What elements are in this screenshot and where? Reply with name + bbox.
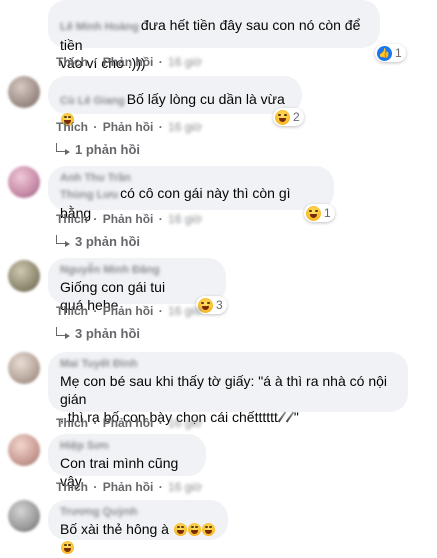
comment-author[interactable]: Nguyễn Minh Đăng	[60, 264, 214, 276]
separator: ·	[158, 480, 163, 494]
separator: ·	[158, 212, 163, 226]
comment-actions: Thích · Phản hồi · 16 giờ	[56, 120, 202, 134]
comment-author-secondary[interactable]: Thùng Lưu	[60, 189, 118, 201]
avatar[interactable]	[8, 166, 40, 198]
haha-reaction-icon	[306, 205, 321, 221]
separator: ·	[93, 480, 98, 494]
comment-author[interactable]: Anh Thu Trần	[60, 172, 322, 184]
separator: ·	[158, 416, 163, 430]
reply-button[interactable]: Phản hồi	[103, 304, 154, 318]
comment-time[interactable]: 16 giờ	[168, 304, 202, 318]
separator: ·	[93, 304, 98, 318]
comment-bubble: Lê Minh Hoàng đưa hết tiền đây sau con nó…	[48, 0, 380, 71]
separator: ·	[93, 120, 98, 134]
laughing-emoji-icon	[61, 540, 74, 554]
comment-bubble: Hiệp Sơn Con trai mình cũng vậy	[48, 434, 206, 489]
comment-text-line1: Mẹ con bé sau khi thấy tờ giấy: "á à thì…	[60, 373, 388, 407]
view-replies-link[interactable]: 1 phản hồi	[56, 142, 140, 157]
comment-actions: Thích · Phản hồi · 16 giờ	[56, 416, 202, 430]
reply-arrow-icon	[56, 235, 70, 247]
syringe-emoji-icon	[285, 411, 295, 423]
comment-time[interactable]: 16 giờ	[168, 55, 202, 69]
laughing-emoji-icon	[201, 522, 215, 536]
reaction-count: 1	[324, 206, 331, 220]
comment-actions: Thích · Phản hồi · 16 giờ	[56, 480, 202, 494]
reaction-count: 3	[216, 298, 223, 312]
separator: ·	[93, 416, 98, 430]
comment-author[interactable]: Mai Tuyết Đình	[60, 358, 396, 370]
replies-count[interactable]: 1 phản hồi	[75, 142, 140, 157]
avatar[interactable]	[8, 260, 40, 292]
comment-time[interactable]: 16 giờ	[168, 120, 202, 134]
reply-button[interactable]: Phản hồi	[103, 416, 154, 430]
like-button[interactable]: Thích	[56, 120, 88, 134]
like-button[interactable]: Thích	[56, 304, 88, 318]
separator: ·	[158, 304, 163, 318]
like-button[interactable]: Thích	[56, 212, 88, 226]
comment-bubble: Mai Tuyết Đình Mẹ con bé sau khi thấy tờ…	[48, 352, 408, 425]
reaction-count: 2	[293, 110, 300, 124]
avatar[interactable]	[8, 352, 40, 384]
comment-actions: Thích · Phản hồi · 16 giờ	[56, 55, 202, 69]
reaction-count: 1	[395, 46, 402, 60]
like-button[interactable]: Thích	[56, 480, 88, 494]
reaction-badge[interactable]: 2	[273, 108, 304, 126]
avatar[interactable]	[8, 500, 40, 532]
comment-text: Bố xài thẻ hông à	[60, 521, 169, 537]
separator: ·	[158, 55, 163, 69]
replies-count[interactable]: 3 phản hồi	[75, 234, 140, 249]
reply-button[interactable]: Phản hồi	[103, 212, 154, 226]
reply-button[interactable]: Phản hồi	[103, 480, 154, 494]
separator: ·	[158, 120, 163, 134]
comment-bubble: Anh Thu Trần Thùng Lưu có cô con gái này …	[48, 166, 334, 221]
separator: ·	[93, 55, 98, 69]
comment-author[interactable]: Hiệp Sơn	[60, 440, 194, 452]
avatar[interactable]	[8, 434, 40, 466]
like-reaction-icon: 👍	[377, 45, 392, 61]
avatar[interactable]	[8, 76, 40, 108]
comment-time[interactable]: 16 giờ	[168, 212, 202, 226]
comment-time[interactable]: 16 giờ	[168, 416, 202, 430]
comment-author[interactable]: Cù Lê Giang	[60, 95, 125, 107]
laughing-emoji-icon	[173, 522, 187, 536]
reply-button[interactable]: Phản hồi	[103, 55, 154, 69]
separator: ·	[93, 212, 98, 226]
comment-time[interactable]: 16 giờ	[168, 480, 202, 494]
reaction-badge[interactable]: 1	[304, 204, 335, 222]
comment-bubble: Cù Lê Giang Bố lấy lòng cu dần là vừa	[48, 76, 302, 126]
reply-arrow-icon	[56, 143, 70, 155]
comment-bubble: Trương Quỳnh Bố xài thẻ hông à	[48, 500, 228, 554]
like-button[interactable]: Thích	[56, 416, 88, 430]
replies-count[interactable]: 3 phản hồi	[75, 326, 140, 341]
reply-button[interactable]: Phản hồi	[103, 120, 154, 134]
view-replies-link[interactable]: 3 phản hồi	[56, 234, 140, 249]
like-button[interactable]: Thích	[56, 55, 88, 69]
comment-author[interactable]: Trương Quỳnh	[60, 506, 216, 518]
view-replies-link[interactable]: 3 phản hồi	[56, 326, 140, 341]
laughing-emoji-icon	[187, 522, 201, 536]
comment-actions: Thích · Phản hồi · 16 giờ	[56, 212, 202, 226]
haha-reaction-icon	[275, 109, 290, 125]
comment-actions: Thích · Phản hồi · 16 giờ	[56, 304, 202, 318]
comment-text-line2-end: "	[293, 409, 299, 425]
reaction-badge[interactable]: 👍 1	[375, 44, 406, 62]
comment-text: Bố lấy lòng cu dần là vừa	[126, 91, 285, 107]
reply-arrow-icon	[56, 327, 70, 339]
comment-author[interactable]: Lê Minh Hoàng	[60, 21, 139, 33]
